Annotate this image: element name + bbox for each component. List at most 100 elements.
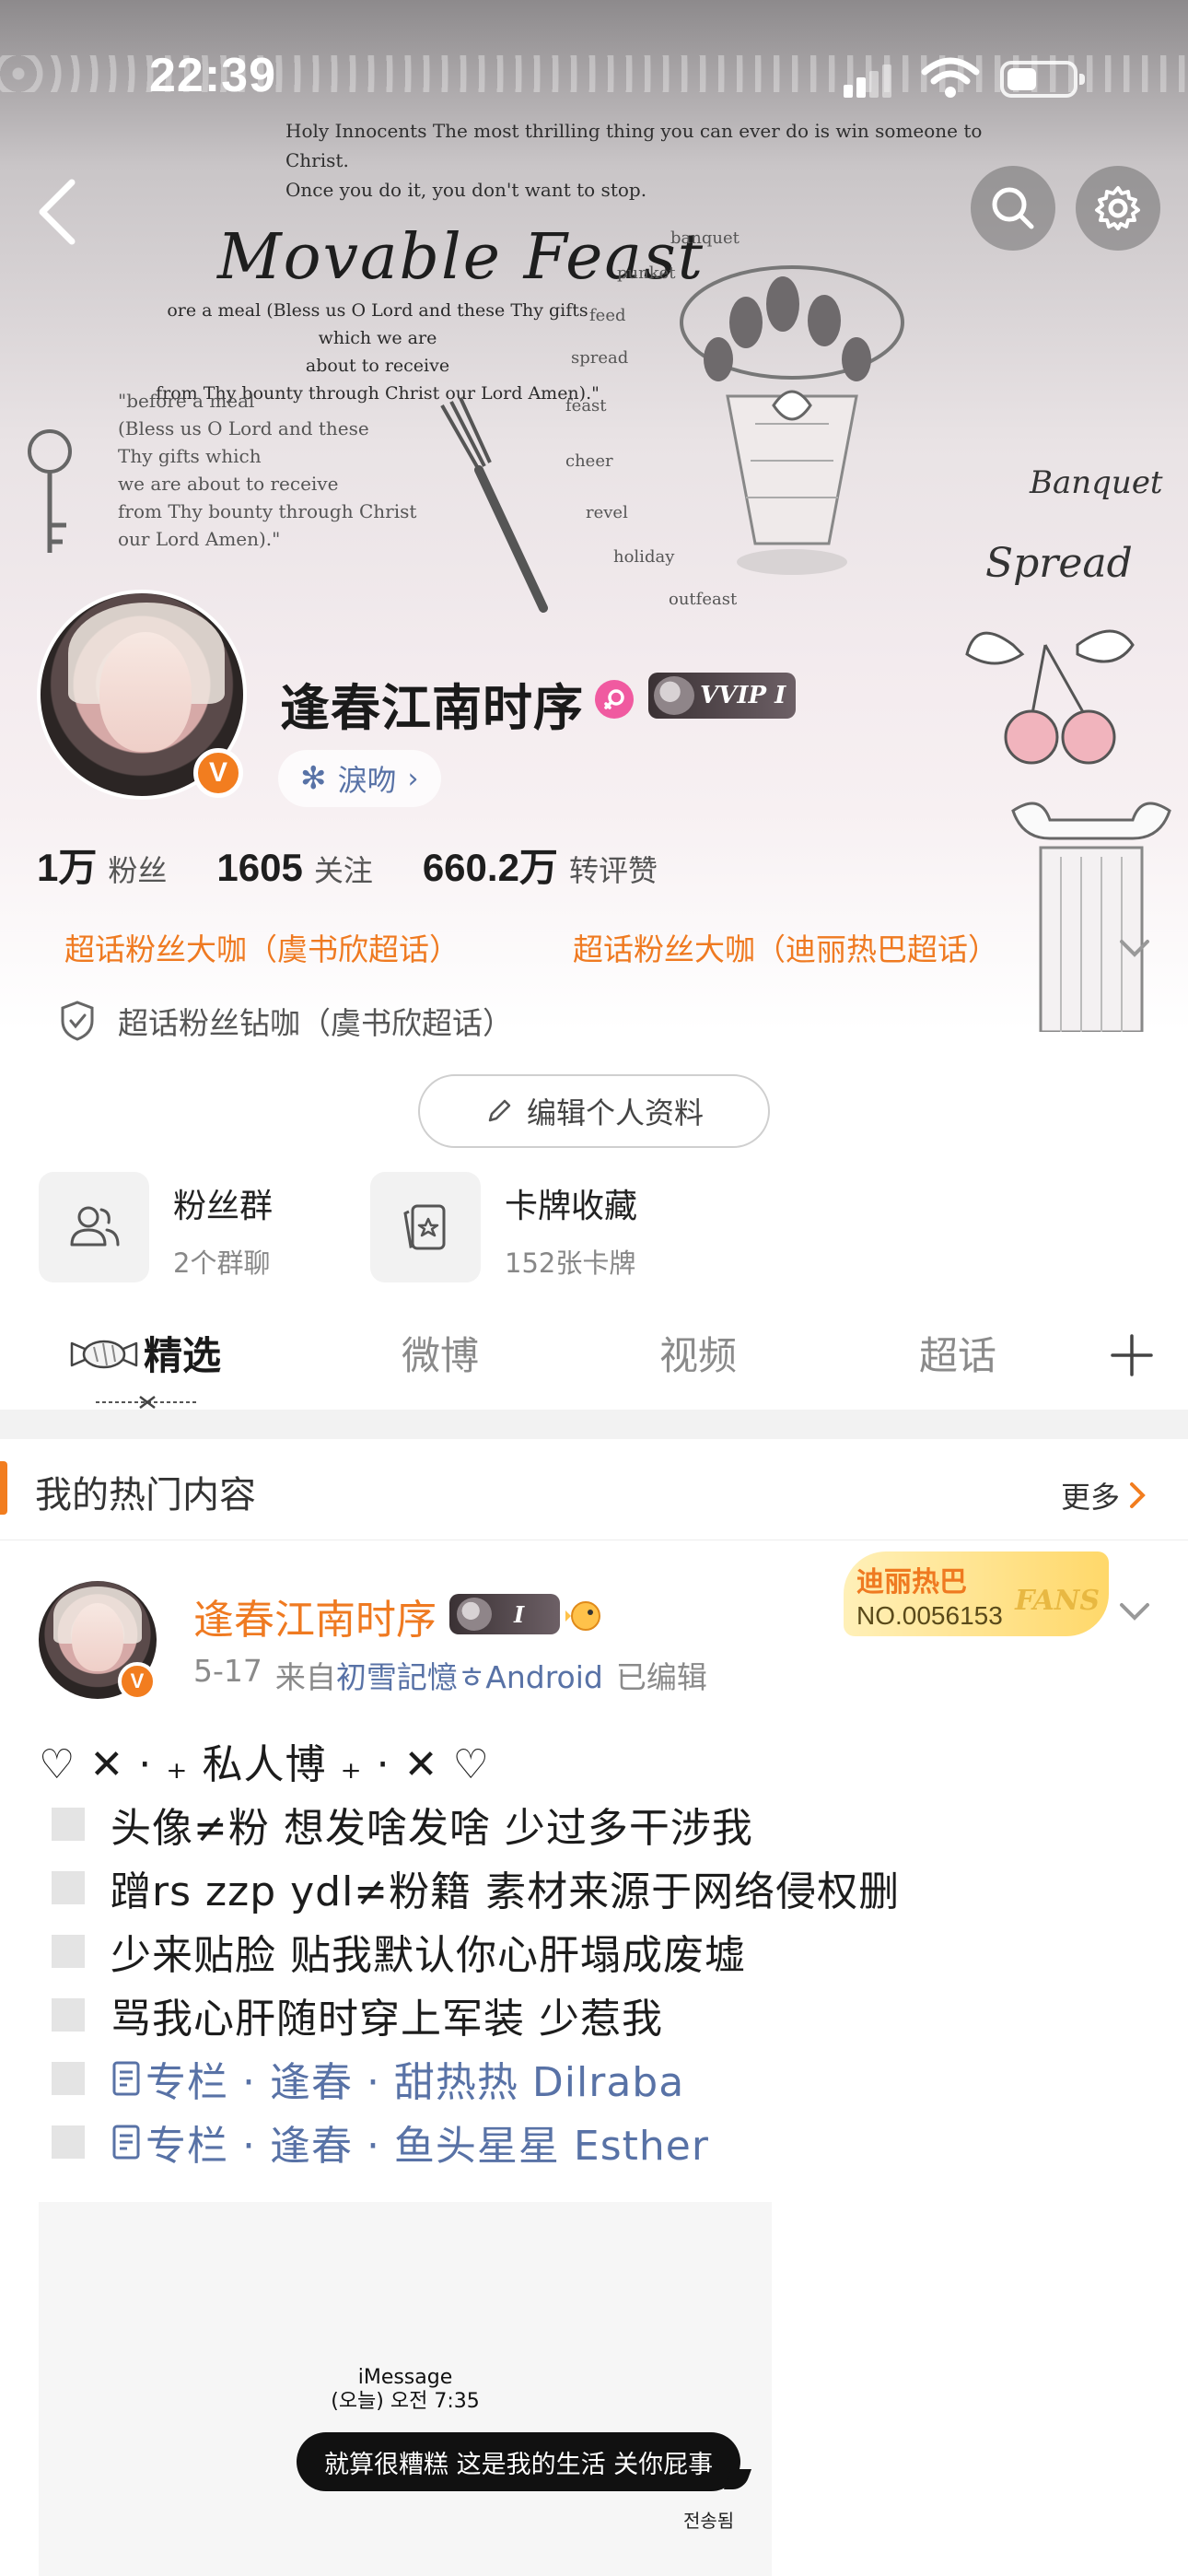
banner-left-line: we are about to receive bbox=[118, 473, 339, 495]
stat-following[interactable]: 1605 关注 bbox=[216, 846, 372, 890]
post-line: 蹭rs zzp ydl≠粉籍 素材来源于网络侵权删 bbox=[39, 1856, 1162, 1919]
plus-icon[interactable] bbox=[1109, 1332, 1155, 1378]
chevron-right-icon bbox=[1130, 1482, 1146, 1508]
chevron-left-icon[interactable] bbox=[31, 175, 87, 249]
profile-username: 逢春江南时序 bbox=[280, 679, 584, 737]
section-divider bbox=[0, 1410, 1188, 1439]
more-label: 更多 bbox=[1061, 1480, 1121, 1515]
supertopic-badge[interactable]: 超话粉丝大咖（迪丽热巴超话） bbox=[573, 925, 998, 969]
banner-left-line: from Thy bounty through Christ bbox=[118, 500, 417, 522]
pencil-icon bbox=[488, 1099, 511, 1122]
card-collection-tile[interactable]: 卡牌收藏 152张卡牌 bbox=[370, 1172, 637, 1282]
banner-script-spread: Spread bbox=[985, 540, 1133, 587]
stat-label: 关注 bbox=[313, 853, 373, 888]
tile-title: 粉丝群 bbox=[173, 1188, 274, 1225]
fans-card-tag: FANS bbox=[1015, 1585, 1100, 1617]
post-link-text: 专栏 · 逢春 · 鱼头星星 Esther bbox=[146, 2122, 709, 2170]
stat-followers[interactable]: 1万 粉丝 bbox=[37, 837, 167, 893]
pufferfish-icon bbox=[565, 1601, 600, 1631]
vvip-badge[interactable]: I bbox=[449, 1594, 560, 1634]
fork-illustration bbox=[440, 397, 548, 613]
stat-value: 1605 bbox=[216, 846, 303, 889]
post-line-text: 头像≠粉 想发啥发啥 少过多干涉我 bbox=[111, 1804, 753, 1852]
post-image[interactable]: iMessage (오늘) 오전 7:35 就算很糟糕 这是我的生活 关你屁事 … bbox=[39, 2202, 772, 2576]
banner-left-line: "before a meal bbox=[118, 390, 255, 412]
hot-content-title: 我的热门内容 bbox=[35, 1474, 256, 1516]
status-time: 22:39 bbox=[149, 49, 276, 102]
avatar-face bbox=[72, 1603, 123, 1671]
tab-active-indicator bbox=[96, 1396, 199, 1409]
tab-featured[interactable]: 精选 bbox=[144, 1325, 221, 1381]
tile-subtitle: 152张卡牌 bbox=[505, 1247, 636, 1279]
checkbox-square-icon bbox=[52, 1934, 85, 1968]
document-icon bbox=[112, 2125, 140, 2159]
verified-badge: V bbox=[193, 748, 243, 798]
column-illustration bbox=[1011, 802, 1171, 1032]
avatar-face bbox=[99, 632, 192, 752]
banner-left-line: our Lord Amen)." bbox=[118, 528, 281, 550]
edit-profile-label: 编辑个人资料 bbox=[526, 1095, 704, 1130]
banner-sub-line: about to receive bbox=[305, 356, 450, 376]
female-gender-icon bbox=[595, 680, 634, 719]
cherry-bow-illustration bbox=[965, 629, 1135, 765]
post-line: 头像≠粉 想发啥发啥 少过多干涉我 bbox=[39, 1792, 1162, 1856]
imessage-header: iMessage (오늘) 오전 7:35 bbox=[39, 2366, 772, 2414]
post-from-label: 来自 bbox=[274, 1659, 336, 1695]
card-icon bbox=[370, 1172, 481, 1282]
post-date: 5-17 bbox=[193, 1653, 262, 1689]
post-edited: 已编辑 bbox=[615, 1659, 707, 1695]
tab-supertopic[interactable]: 超话 bbox=[919, 1325, 996, 1381]
candy-icon bbox=[70, 1340, 138, 1369]
checkbox-square-icon bbox=[52, 2125, 85, 2159]
banner-left-text: "before a meal (Bless us O Lord and thes… bbox=[118, 387, 449, 553]
fans-card[interactable]: 迪丽热巴 NO.0056153 FANS bbox=[844, 1551, 1109, 1636]
more-link[interactable]: 更多 bbox=[1061, 1474, 1147, 1516]
key-illustration bbox=[28, 429, 72, 553]
post-link-line[interactable]: 专栏 · 逢春 · 甜热热 Dilraba bbox=[39, 2046, 1162, 2110]
tab-weibo[interactable]: 微博 bbox=[402, 1325, 479, 1381]
checkbox-square-icon bbox=[52, 1870, 85, 1904]
hot-content-header: 我的热门内容 更多 bbox=[0, 1439, 1188, 1540]
imessage-time: (오늘) 오전 7:35 bbox=[331, 2390, 480, 2413]
bouquet-illustration bbox=[680, 265, 904, 575]
status-bar: 22:39 bbox=[0, 0, 1188, 147]
chevron-right-icon: › bbox=[407, 762, 419, 795]
supertopic-badge-secondary[interactable]: 超话粉丝钻咖（虞书欣超话） bbox=[57, 999, 513, 1043]
cellular-signal-icon bbox=[844, 64, 891, 98]
post-link-line[interactable]: 专栏 · 逢春 · 鱼头星星 Esther bbox=[39, 2110, 1162, 2173]
battery-level bbox=[1007, 68, 1036, 90]
verified-badge: V bbox=[118, 1662, 157, 1701]
vvip-badge[interactable]: VVIP I bbox=[648, 673, 796, 719]
battery-icon bbox=[1000, 61, 1085, 98]
supertopic-badges: 超话粉丝大咖（虞书欣超话） 超话粉丝大咖（迪丽热巴超话） bbox=[64, 925, 1151, 969]
badge-secondary-label: 超话粉丝钻咖（虞书欣超话） bbox=[118, 1005, 513, 1041]
checkbox-square-icon bbox=[52, 1807, 85, 1841]
supertopic-badge[interactable]: 超话粉丝大咖（虞书欣超话） bbox=[64, 925, 460, 969]
wifi-icon bbox=[921, 57, 980, 98]
edit-profile-button[interactable]: 编辑个人资料 bbox=[418, 1074, 770, 1148]
search-button[interactable] bbox=[971, 166, 1055, 251]
post-source[interactable]: 初雪記憶ㅎAndroid bbox=[336, 1653, 603, 1697]
post-author[interactable]: 逢春江南时序 bbox=[193, 1587, 437, 1645]
profile-stats: 1万 粉丝 1605 关注 660.2万 转评赞 bbox=[37, 837, 707, 893]
fan-group-tile[interactable]: 粉丝群 2个群聊 bbox=[39, 1172, 273, 1282]
gear-icon bbox=[1095, 186, 1140, 230]
banner-quote-line: Once you do it, you don't want to stop. bbox=[285, 179, 647, 201]
profile-tag-label: 淚吻 bbox=[337, 763, 397, 798]
banner-left-line: Thy gifts which bbox=[118, 445, 262, 467]
message-status: 전송됨 bbox=[683, 2510, 735, 2532]
search-icon bbox=[992, 187, 1034, 229]
imessage-title: iMessage bbox=[357, 2366, 453, 2389]
banner-sub-line: ore a meal (Bless us O Lord and these Th… bbox=[167, 300, 588, 348]
stat-likes[interactable]: 660.2万 转评赞 bbox=[423, 837, 658, 893]
checkbox-square-icon bbox=[52, 1997, 85, 2032]
settings-button[interactable] bbox=[1076, 166, 1160, 251]
tab-video[interactable]: 视频 bbox=[659, 1325, 737, 1381]
tile-title: 卡牌收藏 bbox=[505, 1188, 638, 1225]
chevron-down-icon[interactable] bbox=[1116, 934, 1153, 962]
post-body: ♡ ✕ · ₊ 私人博 ₊ · ✕ ♡ 头像≠粉 想发啥发啥 少过多干涉我 蹭r… bbox=[39, 1728, 1162, 2173]
message-bubble: 就算很糟糕 这是我的生活 关你屁事 bbox=[297, 2432, 741, 2491]
profile-tag-pill[interactable]: ✻ 淚吻 › bbox=[278, 750, 441, 807]
chevron-down-icon[interactable] bbox=[1116, 1598, 1153, 1625]
post-line: 骂我心肝随时穿上军装 少惹我 bbox=[39, 1983, 1162, 2046]
